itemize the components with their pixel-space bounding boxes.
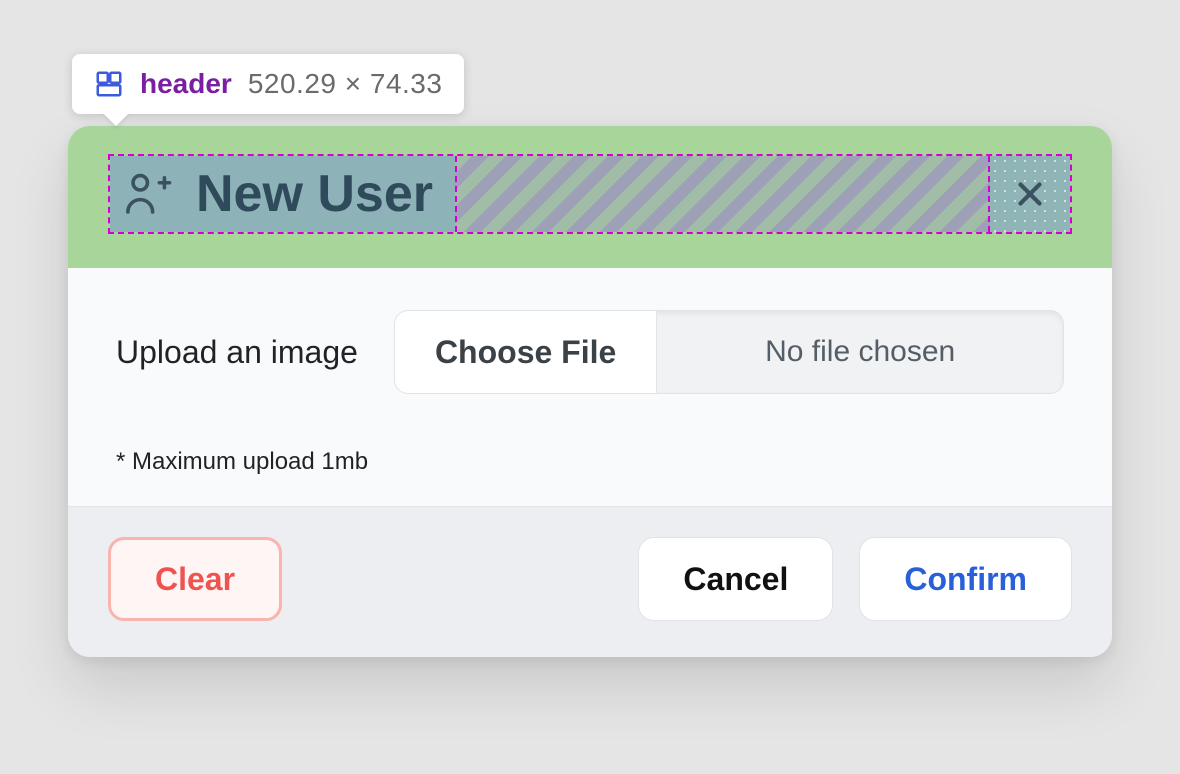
dialog-body: Upload an image Choose File No file chos… <box>68 268 1112 507</box>
file-input[interactable]: Choose File No file chosen <box>394 310 1064 394</box>
user-plus-icon <box>120 167 174 221</box>
header-flex-spacer <box>455 156 990 232</box>
upload-label: Upload an image <box>116 334 358 371</box>
new-user-dialog: New User Upload an image Choose File No … <box>68 126 1112 657</box>
dialog-header: New User <box>68 126 1112 268</box>
close-button[interactable] <box>990 156 1070 232</box>
dialog-footer: Clear Cancel Confirm <box>68 507 1112 657</box>
cancel-button[interactable]: Cancel <box>638 537 833 621</box>
file-status-text: No file chosen <box>657 311 1063 393</box>
inspected-element-name: header <box>140 68 232 100</box>
confirm-button[interactable]: Confirm <box>859 537 1072 621</box>
layout-icon <box>94 69 124 99</box>
dialog-header-inner: New User <box>108 154 1072 234</box>
dialog-title: New User <box>196 164 433 224</box>
inspected-element-dimensions: 520.29 × 74.33 <box>248 68 443 100</box>
upload-row: Upload an image Choose File No file chos… <box>116 310 1064 394</box>
upload-hint: * Maximum upload 1mb <box>116 448 1064 476</box>
dialog-header-title-group: New User <box>110 156 455 232</box>
choose-file-button[interactable]: Choose File <box>395 311 657 393</box>
clear-button[interactable]: Clear <box>108 537 282 621</box>
devtools-inspector-tooltip: header 520.29 × 74.33 <box>72 54 464 114</box>
close-icon <box>1011 175 1049 213</box>
